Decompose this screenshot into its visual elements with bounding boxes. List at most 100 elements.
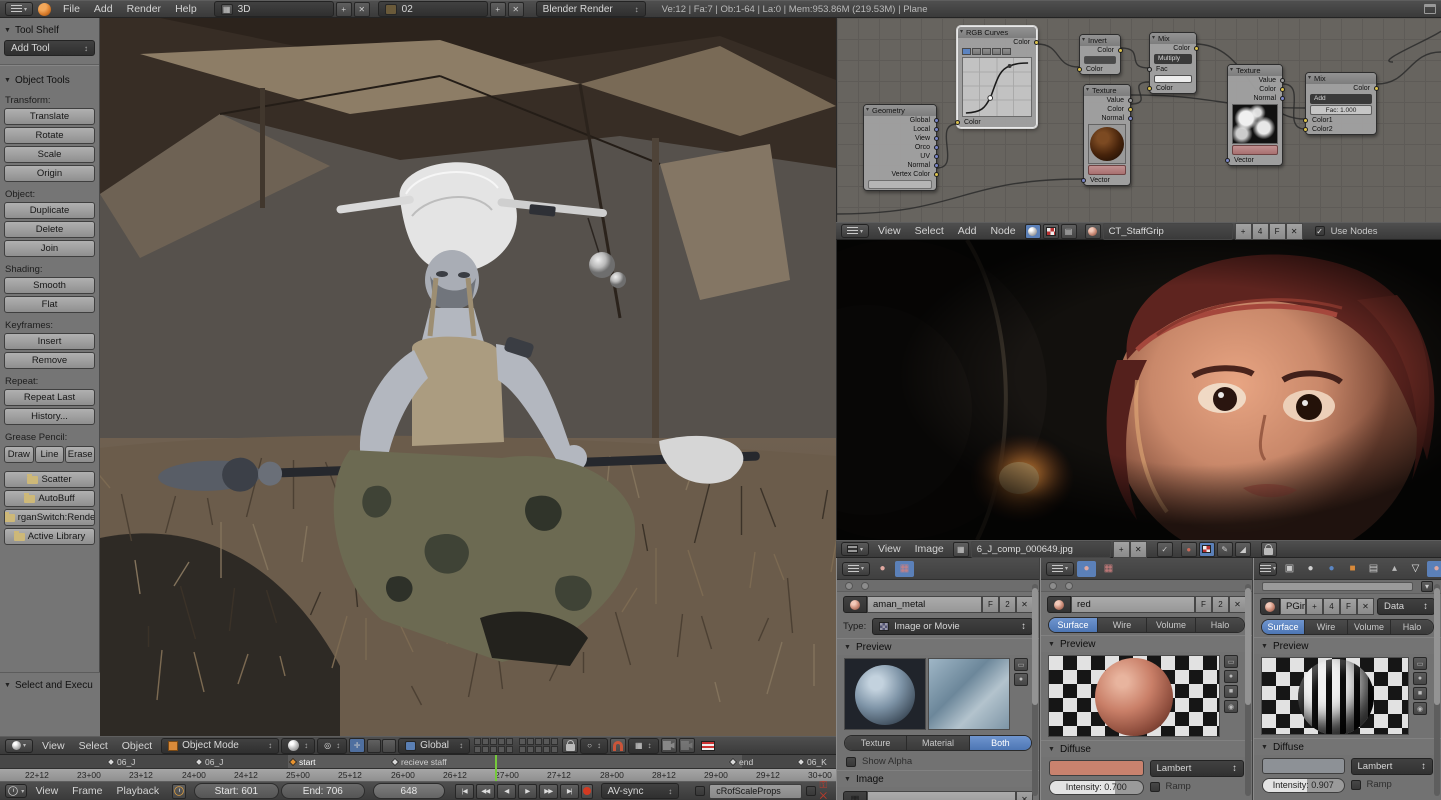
- layer-cell[interactable]: [474, 738, 481, 745]
- tab-halo[interactable]: Halo: [1391, 620, 1433, 634]
- editor-type-selector[interactable]: ▾: [1259, 562, 1277, 576]
- delete-keyframe-icon[interactable]: ⚿✕: [820, 780, 831, 800]
- keying-set-field[interactable]: cRofScaleProps: [709, 784, 801, 799]
- timeline-marker[interactable]: 06_J: [108, 757, 135, 767]
- node-fac-slider[interactable]: Fac: 1.000: [1310, 105, 1372, 115]
- render-engine-select[interactable]: Blender Render ↕: [536, 1, 646, 17]
- menu-node[interactable]: Node: [983, 225, 1022, 237]
- screen-layout-select[interactable]: ▦ 3D: [214, 1, 334, 17]
- layer-cell[interactable]: [506, 738, 513, 745]
- tool-button-translate[interactable]: Translate: [4, 108, 95, 125]
- socket-color[interactable]: [1077, 67, 1082, 72]
- socket-color[interactable]: [1147, 86, 1152, 91]
- scrollbar[interactable]: [1245, 584, 1251, 796]
- manipulator-scale-toggle[interactable]: [382, 739, 396, 753]
- object-tools-panel-header[interactable]: ▼ Object Tools: [4, 72, 95, 88]
- tool-button-history-[interactable]: History...: [4, 408, 95, 425]
- image-name-field[interactable]: [867, 791, 1016, 800]
- screen-add-button[interactable]: +: [336, 2, 352, 17]
- socket-value[interactable]: [1128, 98, 1133, 103]
- end-frame-field[interactable]: End: 706: [281, 783, 365, 799]
- node-mix-2[interactable]: MixColorAddFac: 1.000Color1Color2: [1305, 72, 1377, 135]
- diffuse-color-swatch[interactable]: [1049, 760, 1144, 776]
- menu-view[interactable]: View: [871, 225, 908, 237]
- layer-cell[interactable]: [498, 746, 505, 753]
- tab-scene-icon[interactable]: ●: [1301, 561, 1320, 577]
- layer-grid-1[interactable]: [474, 738, 513, 753]
- layer-cell[interactable]: [498, 738, 505, 745]
- preview-panel-header[interactable]: ▼Preview: [1041, 635, 1252, 652]
- editor-type-selector[interactable]: ▾: [5, 2, 33, 16]
- diffuse-shader-select[interactable]: Lambert↕: [1150, 760, 1245, 777]
- snap-toggle[interactable]: [610, 738, 626, 753]
- menu-render[interactable]: Render: [120, 3, 168, 15]
- tool-button-draw[interactable]: Draw: [4, 446, 34, 463]
- texture-browse-button[interactable]: [843, 596, 867, 613]
- tab-volume[interactable]: Volume: [1348, 620, 1391, 634]
- tab-constraints-icon[interactable]: ▤: [1364, 561, 1383, 577]
- tool-button-duplicate[interactable]: Duplicate: [4, 202, 95, 219]
- tab-halo[interactable]: Halo: [1196, 618, 1244, 632]
- lock-button[interactable]: [1261, 542, 1277, 557]
- editor-type-selector[interactable]: ▾: [841, 542, 869, 556]
- socket-normal[interactable]: [1280, 96, 1285, 101]
- add-tool-select[interactable]: Add Tool↕: [4, 40, 95, 56]
- socket-color[interactable]: [1118, 48, 1123, 53]
- snap-element-select[interactable]: ▦↕: [628, 738, 659, 754]
- viewport-3d[interactable]: [100, 18, 836, 736]
- image-pin-toggle[interactable]: ✓: [1157, 542, 1173, 557]
- lock-button[interactable]: [562, 738, 578, 753]
- scrollbar[interactable]: [1032, 584, 1038, 796]
- layer-grid-2[interactable]: [519, 738, 558, 753]
- layer-cell[interactable]: [543, 738, 550, 745]
- scene-select[interactable]: 02: [378, 1, 488, 17]
- menu-select[interactable]: Select: [908, 225, 951, 237]
- node-rgb-curves[interactable]: RGB CurvesColorColor: [957, 26, 1037, 128]
- tool-button-line[interactable]: Line: [35, 446, 65, 463]
- pivot-select[interactable]: ◎↕: [317, 738, 347, 754]
- tab-surface[interactable]: Surface: [1049, 618, 1098, 632]
- socket-orco[interactable]: [934, 145, 939, 150]
- diffuse-color-swatch[interactable]: [1262, 758, 1345, 774]
- next-keyframe-button[interactable]: ▶▶: [539, 784, 558, 799]
- fake-user-button[interactable]: F: [1195, 596, 1212, 613]
- layer-cell[interactable]: [551, 738, 558, 745]
- menu-add[interactable]: Add: [87, 3, 120, 15]
- material-name-field[interactable]: red: [1071, 596, 1195, 613]
- menu-playback[interactable]: Playback: [110, 785, 167, 797]
- users-count-button[interactable]: 4: [1252, 223, 1269, 240]
- uv-mode-button[interactable]: [1199, 542, 1215, 557]
- timeline-ruler[interactable]: 22+1223+0023+1224+0024+1225+0025+1226+00…: [0, 768, 836, 781]
- layer-cell[interactable]: [490, 746, 497, 753]
- pencil-button[interactable]: ✎: [1217, 542, 1233, 557]
- material-browse-button[interactable]: [1260, 598, 1280, 615]
- tool-button-active-library[interactable]: Active Library: [4, 528, 95, 545]
- socket-vector[interactable]: [1081, 178, 1086, 183]
- record-button[interactable]: [581, 784, 593, 799]
- mode-select[interactable]: Object Mode ↕: [161, 738, 279, 754]
- unlink-button[interactable]: ✕: [1229, 596, 1246, 613]
- tab-both[interactable]: Both: [970, 736, 1031, 750]
- layer-cell[interactable]: [551, 746, 558, 753]
- diffuse-shader-select[interactable]: Lambert↕: [1351, 758, 1434, 775]
- image-unlink-button[interactable]: ✕: [1016, 791, 1033, 800]
- scrollbar[interactable]: [1434, 584, 1440, 796]
- tool-button-repeat-last[interactable]: Repeat Last: [4, 389, 95, 406]
- scene-add-button[interactable]: +: [490, 2, 506, 17]
- preview-monkey-button[interactable]: ◉: [1224, 700, 1238, 713]
- tool-button-erase[interactable]: Erase: [65, 446, 95, 463]
- diffuse-panel-header[interactable]: ▼Diffuse: [1254, 738, 1441, 755]
- curve-channel-buttons[interactable]: [962, 48, 1032, 56]
- current-frame-field[interactable]: 648: [373, 783, 445, 799]
- layer-cell[interactable]: [519, 738, 526, 745]
- use-preview-range-toggle[interactable]: [172, 784, 186, 799]
- viewport-shading-select[interactable]: ↕: [281, 738, 315, 754]
- tool-button-insert[interactable]: Insert: [4, 333, 95, 350]
- menu-help[interactable]: Help: [168, 3, 204, 15]
- unlink-button[interactable]: ✕: [1286, 223, 1303, 240]
- tab-material-icon[interactable]: ●: [1427, 561, 1441, 577]
- paint-mode-button[interactable]: ●: [1181, 542, 1197, 557]
- image-editor-canvas[interactable]: [836, 240, 1441, 540]
- preview-sphere-button[interactable]: ●: [1224, 670, 1238, 683]
- tab-render-icon[interactable]: ▣: [1280, 561, 1299, 577]
